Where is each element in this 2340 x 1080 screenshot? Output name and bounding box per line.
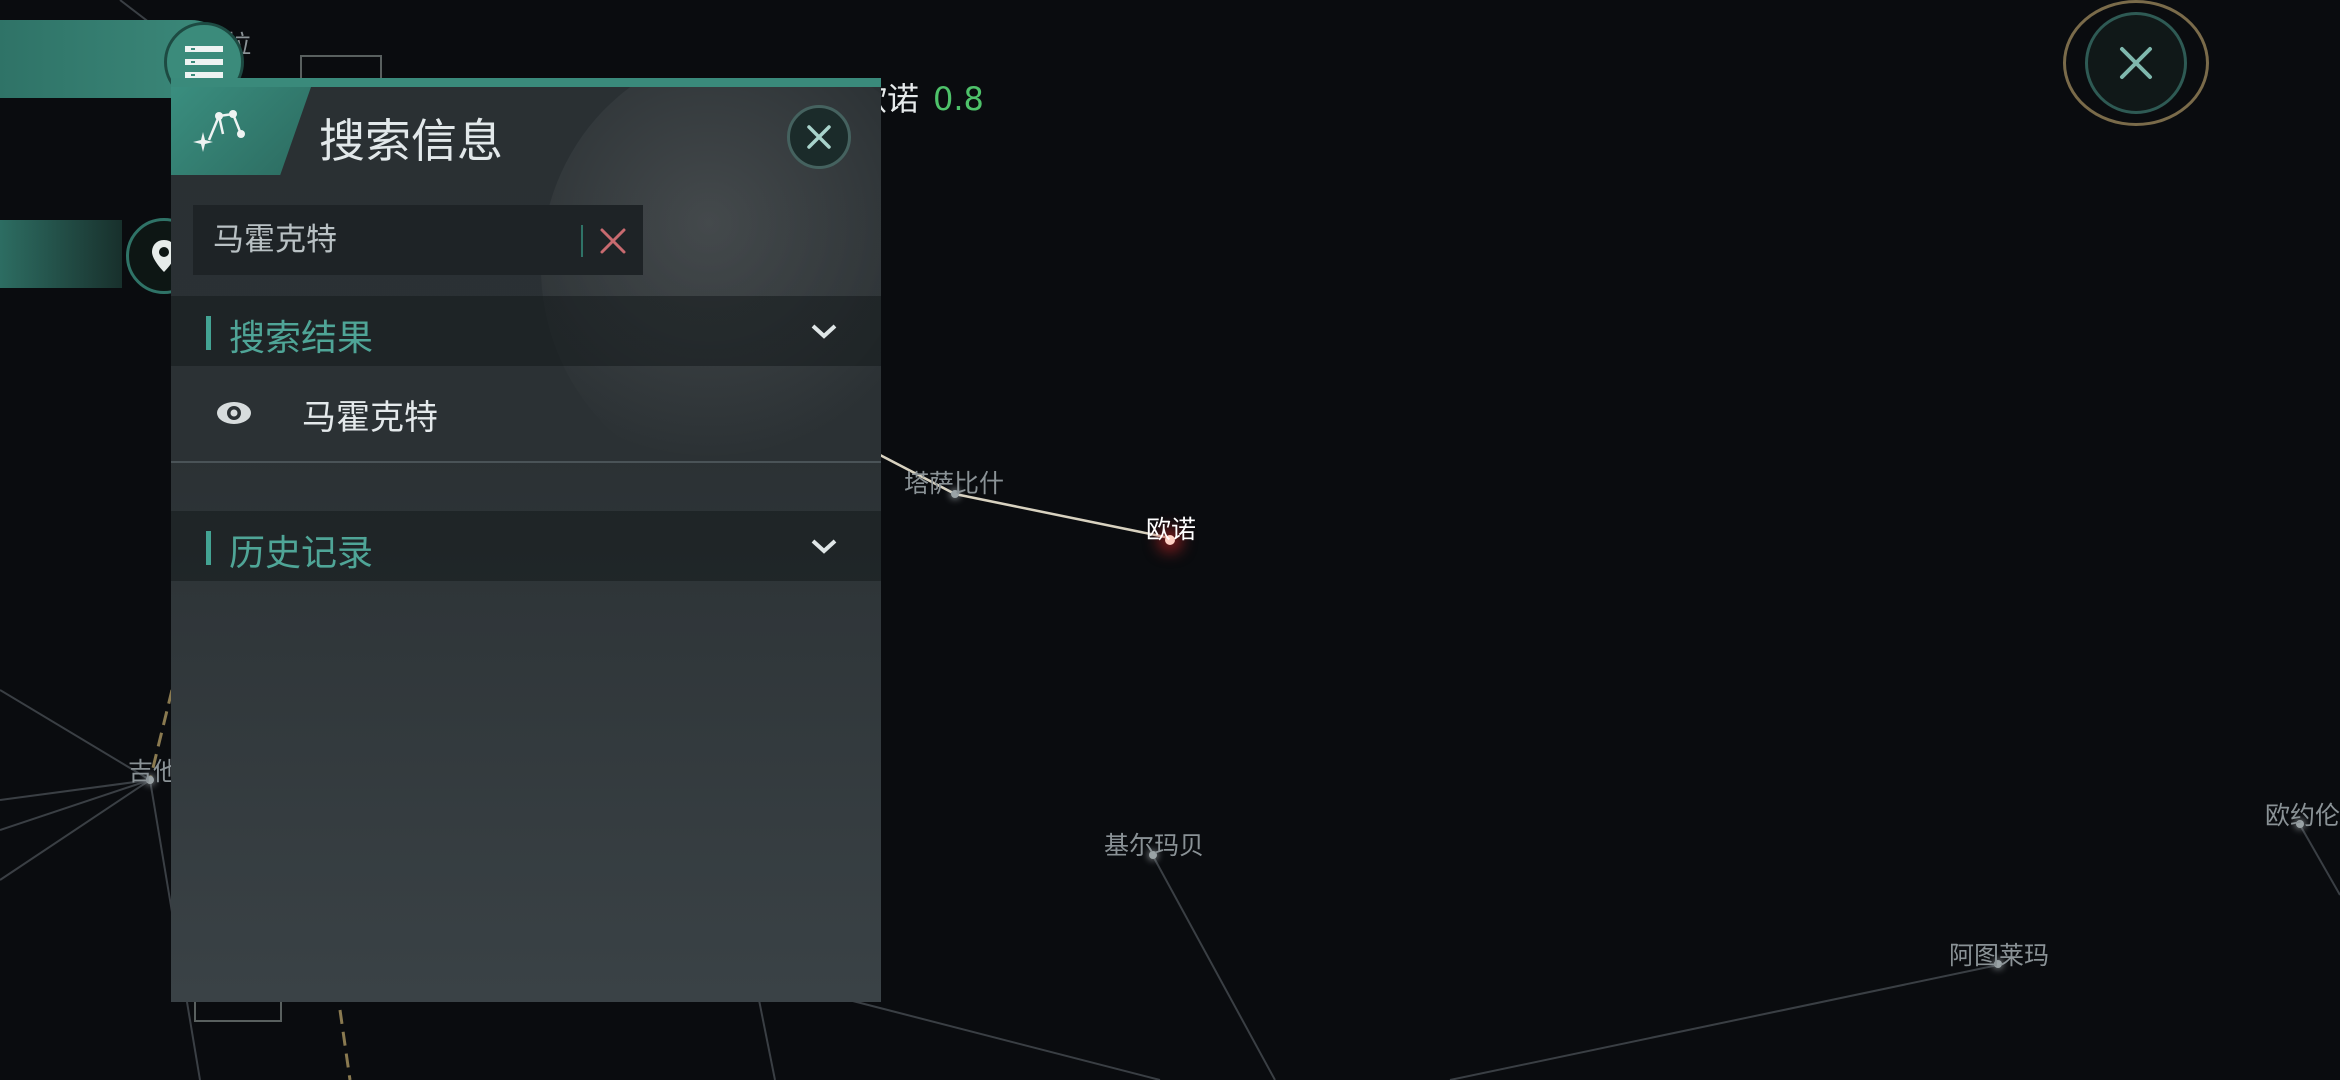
map-close-button[interactable] xyxy=(2063,0,2209,126)
map-link xyxy=(0,779,151,881)
search-clear-button[interactable] xyxy=(593,221,633,261)
map-close-inner xyxy=(2085,12,2187,114)
search-info-panel: 搜索信息 搜索结果 马霍克特 历史记录 xyxy=(171,78,881,1002)
chevron-down-icon[interactable] xyxy=(807,314,841,348)
system-label-jierma[interactable]: 基尔玛贝 xyxy=(1104,826,1204,862)
result-label: 马霍克特 xyxy=(302,398,438,438)
system-label-ouno[interactable]: 欧诺 xyxy=(1146,510,1196,546)
close-icon xyxy=(2120,47,2152,79)
map-link xyxy=(809,989,1161,1080)
chevron-down-icon[interactable] xyxy=(807,529,841,563)
system-label-tasabishi[interactable]: 塔萨比什 xyxy=(904,464,1004,500)
security-status: 0.8 xyxy=(933,80,984,118)
section-marker xyxy=(206,531,211,565)
panel-close-button[interactable] xyxy=(787,105,851,169)
section-label-history: 历史记录 xyxy=(229,533,374,574)
route-dashed xyxy=(338,1009,352,1080)
search-result-item[interactable]: 马霍克特 xyxy=(171,365,881,463)
section-label-results: 搜索结果 xyxy=(229,318,374,359)
panel-header: 搜索信息 xyxy=(171,87,881,179)
panel-header-badge xyxy=(171,87,311,175)
section-marker xyxy=(206,316,211,350)
map-link xyxy=(756,989,776,1080)
planet-eye-icon xyxy=(217,402,251,424)
system-label-ouyuelun[interactable]: 欧约伦 xyxy=(2265,796,2340,832)
map-link xyxy=(2299,824,2340,896)
route-line xyxy=(954,492,1171,540)
close-icon xyxy=(807,125,831,149)
constellation-icon xyxy=(193,110,245,152)
search-input[interactable] xyxy=(193,205,533,275)
search-divider xyxy=(581,225,583,257)
section-search-results[interactable]: 搜索结果 xyxy=(171,296,881,366)
panel-title: 搜索信息 xyxy=(319,114,503,168)
map-link xyxy=(1449,964,1999,1080)
section-history[interactable]: 历史记录 xyxy=(171,511,881,581)
search-field xyxy=(193,205,643,275)
menu-list-icon xyxy=(185,46,223,78)
map-link xyxy=(1152,855,1276,1080)
system-label-atulaima[interactable]: 阿图莱玛 xyxy=(1949,936,2049,972)
clear-x-icon xyxy=(600,228,626,254)
location-tab[interactable] xyxy=(0,220,122,288)
